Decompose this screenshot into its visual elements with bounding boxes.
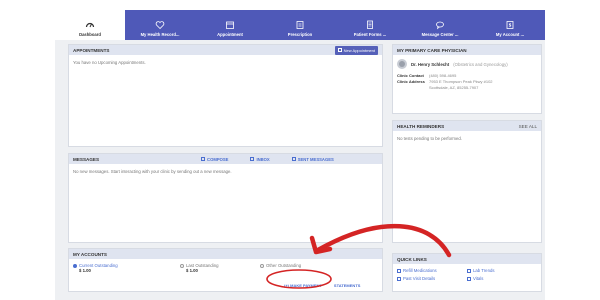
- statements-link[interactable]: STATEMENTS: [334, 283, 361, 288]
- svg-text:$: $: [509, 23, 512, 28]
- other-radio[interactable]: [260, 263, 264, 268]
- compose-label: COMPOSE: [207, 156, 229, 162]
- external-link-icon: [397, 268, 401, 273]
- health-reminders-panel: HEALTH REMINDERS SEE ALL No tests pendin…: [392, 120, 542, 243]
- quick-link-past-visit[interactable]: Past Visit Details: [397, 276, 467, 281]
- accounts-title: MY ACCOUNTS: [73, 251, 107, 257]
- physician-name: Dr. Henry Schlecht: [411, 61, 450, 67]
- current-outstanding[interactable]: Current Outstanding $ 1.00: [73, 263, 128, 273]
- main-nav: Dashboard My Health Record... Appointmen…: [55, 10, 545, 40]
- messages-empty: No new messages. Start interacting with …: [73, 169, 232, 174]
- physician-header: MY PRIMARY CARE PHYSICIAN: [393, 45, 541, 55]
- inbox-label: INBOX: [256, 156, 270, 162]
- compose-link[interactable]: COMPOSE: [201, 157, 228, 162]
- tab-patient-forms[interactable]: Patient Forms ...: [335, 10, 405, 40]
- inbox-link[interactable]: INBOX: [250, 156, 270, 162]
- quick-links-list: Refill Medications Lab Trends Past Visit…: [393, 264, 541, 285]
- tab-message-center[interactable]: Message Center ...: [405, 10, 475, 40]
- accounts-links: (+) MAKE PAYMENT STATEMENTS: [284, 283, 360, 288]
- physician-title: MY PRIMARY CARE PHYSICIAN: [397, 47, 467, 53]
- make-payment-link[interactable]: (+) MAKE PAYMENT: [284, 283, 322, 288]
- new-appointment-label: New Appointment: [343, 47, 375, 53]
- gauge-icon: [85, 22, 95, 28]
- accounts-header: MY ACCOUNTS: [69, 249, 382, 259]
- sent-label: SENT MESSAGES: [297, 156, 334, 162]
- messages-title: MESSAGES: [73, 156, 100, 162]
- current-amount: $ 1.00: [79, 268, 91, 273]
- last-amount: $ 1.00: [186, 268, 198, 273]
- contact-label: Clinic Contact: [397, 73, 424, 78]
- appointments-title: APPOINTMENTS: [73, 47, 110, 53]
- avatar: [397, 59, 407, 69]
- contact-value: (480) 598-4695: [429, 73, 457, 78]
- tab-label: Message Center ...: [421, 32, 459, 37]
- sent-icon: [291, 157, 296, 161]
- quick-link-refill[interactable]: Refill Medications: [397, 268, 467, 273]
- tab-label: Prescription: [287, 32, 313, 37]
- quick-link-vitals[interactable]: Vitals: [467, 276, 537, 281]
- pills-icon: [296, 21, 304, 29]
- physician-contact: Clinic Contact (480) 598-4695 Clinic Add…: [393, 73, 541, 90]
- form-icon: [367, 20, 373, 29]
- messages-header: MESSAGES COMPOSE INBOX SENT MESSAGES: [69, 154, 382, 164]
- appointments-panel: APPOINTMENTS New Appointment You have no…: [68, 44, 383, 147]
- quick-link-label: Vitals: [473, 276, 484, 281]
- quick-links-title: QUICK LINKS: [397, 256, 427, 262]
- quick-links-panel: QUICK LINKS Refill Medications Lab Trend…: [392, 253, 542, 292]
- health-reminders-header: HEALTH REMINDERS SEE ALL: [393, 121, 541, 131]
- messages-panel: MESSAGES COMPOSE INBOX SENT MESSAGES No …: [68, 153, 383, 243]
- heart-icon: [155, 21, 165, 30]
- accounts-options: Current Outstanding $ 1.00 Last Outstand…: [69, 259, 382, 273]
- external-link-icon: [467, 276, 471, 281]
- health-reminders-empty: No tests pending to be performed.: [397, 136, 462, 141]
- address-label: Clinic Address: [397, 79, 425, 84]
- quick-link-label: Past Visit Details: [403, 276, 436, 281]
- address-line2: Scottsdale, AZ, 85255-7907: [429, 85, 479, 90]
- tab-label: My Account ...: [495, 32, 525, 37]
- compose-icon: [201, 157, 206, 161]
- chat-icon: [436, 21, 444, 30]
- last-outstanding[interactable]: Last Outstanding $ 1.00: [180, 263, 235, 273]
- other-label: Other Outstanding: [266, 263, 302, 268]
- calendar-icon: [226, 21, 234, 29]
- appointments-empty: You have no Upcoming Appointments.: [73, 60, 146, 65]
- other-outstanding[interactable]: Other Outstanding: [260, 263, 315, 273]
- current-radio[interactable]: [73, 263, 77, 268]
- external-link-icon: [397, 276, 401, 281]
- account-icon: $: [506, 21, 514, 29]
- accounts-panel: MY ACCOUNTS Current Outstanding $ 1.00 L…: [68, 248, 383, 292]
- tab-prescription[interactable]: Prescription: [265, 10, 335, 40]
- last-radio[interactable]: [180, 263, 184, 268]
- health-reminders-title: HEALTH REMINDERS: [397, 123, 445, 129]
- tab-my-account[interactable]: $ My Account ...: [475, 10, 545, 40]
- external-link-icon: [467, 268, 471, 273]
- quick-link-label: Lab Trends: [473, 268, 495, 273]
- calendar-plus-icon: [337, 48, 342, 52]
- appointments-header: APPOINTMENTS New Appointment: [69, 45, 382, 55]
- quick-link-label: Refill Medications: [403, 268, 437, 273]
- tab-appointment[interactable]: Appointment: [195, 10, 265, 40]
- patient-portal-window: Dashboard My Health Record... Appointmen…: [55, 10, 545, 300]
- sent-messages-link[interactable]: SENT MESSAGES: [291, 156, 334, 162]
- physician-panel: MY PRIMARY CARE PHYSICIAN Dr. Henry Schl…: [392, 44, 542, 114]
- tab-dashboard[interactable]: Dashboard: [55, 10, 125, 40]
- physician-info: Dr. Henry Schlecht (Obstetrics and Gynec…: [393, 55, 541, 73]
- tab-label: Appointment: [217, 32, 243, 37]
- address-line1: 7953 E Thompson Peak Pkwy #102: [429, 79, 493, 84]
- tab-label: Patient Forms ...: [353, 32, 387, 37]
- physician-specialty: (Obstetrics and Gynecology): [453, 61, 508, 67]
- new-appointment-button[interactable]: New Appointment: [334, 45, 378, 55]
- see-all-link[interactable]: SEE ALL: [519, 124, 537, 129]
- tab-label: My Health Record...: [140, 32, 180, 37]
- tab-health-record[interactable]: My Health Record...: [125, 10, 195, 40]
- quick-links-header: QUICK LINKS: [393, 254, 541, 264]
- tab-label: Dashboard: [79, 32, 101, 37]
- quick-link-lab-trends[interactable]: Lab Trends: [467, 268, 537, 273]
- inbox-icon: [250, 157, 255, 161]
